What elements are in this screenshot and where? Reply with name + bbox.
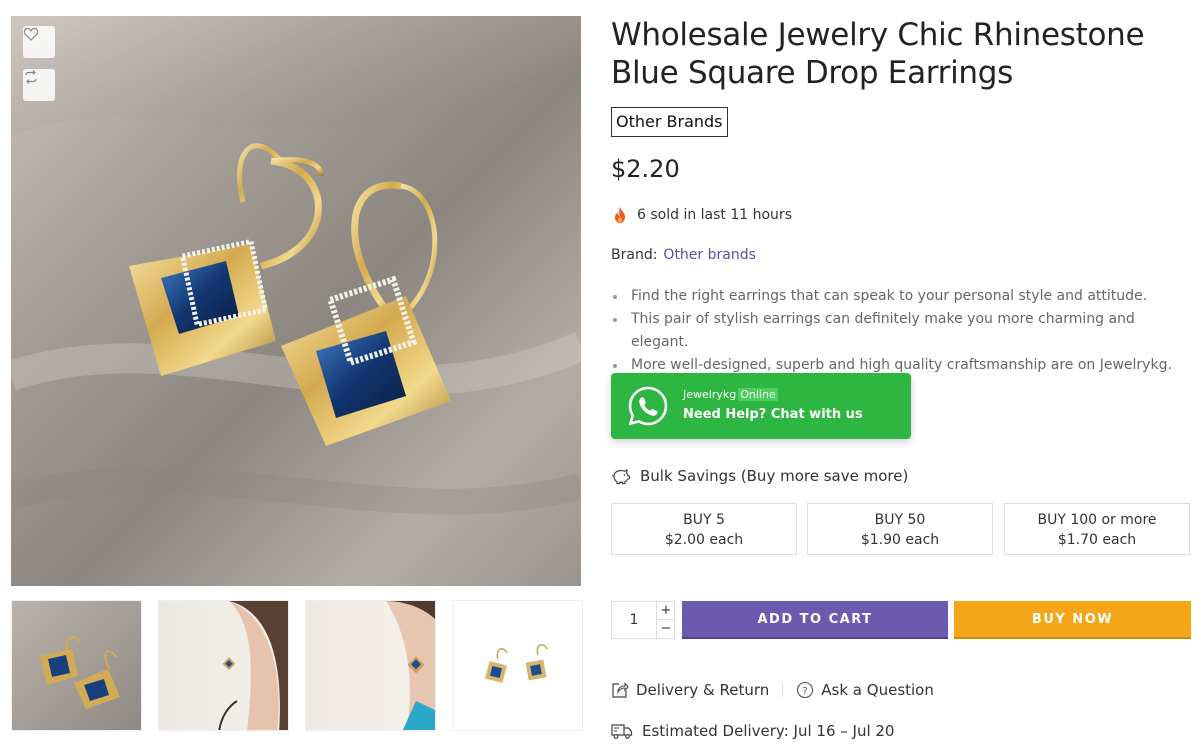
whatsapp-chat-button[interactable]: Jewelrykg Online Need Help? Chat with us xyxy=(611,373,911,439)
piggy-bank-icon xyxy=(611,468,631,485)
main-product-image[interactable] xyxy=(11,16,581,586)
question-circle-icon: ? xyxy=(797,681,814,699)
link-divider xyxy=(782,683,784,697)
quantity-stepper: 1 + − xyxy=(611,601,675,639)
heart-icon xyxy=(23,27,39,41)
add-to-cart-button[interactable]: ADD TO CART xyxy=(682,601,948,639)
thumbnail-strip xyxy=(11,600,583,731)
delivery-return-label: Delivery & Return xyxy=(636,681,770,699)
tier-price: $1.70 each xyxy=(1057,532,1137,548)
svg-text:?: ? xyxy=(803,686,808,697)
product-title: Wholesale Jewelry Chic Rhinestone Blue S… xyxy=(611,17,1145,91)
wishlist-button[interactable] xyxy=(23,26,55,58)
thumbnail-3[interactable] xyxy=(305,600,436,731)
brand-badge[interactable]: Other Brands xyxy=(611,107,728,137)
product-price: $2.20 xyxy=(611,155,680,183)
bulk-savings-heading: Bulk Savings (Buy more save more) xyxy=(611,467,908,485)
tier-quantity: BUY 5 xyxy=(683,512,725,528)
tier-price: $1.90 each xyxy=(860,532,940,548)
fire-icon xyxy=(615,207,625,223)
quantity-input[interactable]: 1 xyxy=(612,602,656,638)
ask-question-label: Ask a Question xyxy=(821,681,934,699)
bulk-tier-100[interactable]: BUY 100 or more $1.70 each xyxy=(1004,503,1190,555)
thumbnail-earrings-image xyxy=(40,636,120,709)
bulk-tier-50[interactable]: BUY 50 $1.90 each xyxy=(807,503,993,555)
feature-list: Find the right earrings that can speak t… xyxy=(611,285,1191,377)
delivery-return-link[interactable]: Delivery & Return xyxy=(611,681,769,699)
ask-question-link[interactable]: ? Ask a Question xyxy=(796,681,934,699)
quantity-decrease-button[interactable]: − xyxy=(656,620,675,638)
sold-text: 6 sold in last 11 hours xyxy=(637,207,792,223)
thumbnail-1[interactable] xyxy=(11,600,142,731)
buy-now-button[interactable]: BUY NOW xyxy=(954,601,1191,639)
brand-line: Brand: Other brands xyxy=(611,247,756,263)
tier-price: $2.00 each xyxy=(664,532,744,548)
whatsapp-message: Need Help? Chat with us xyxy=(683,407,863,422)
tier-quantity: BUY 100 or more xyxy=(1037,512,1157,528)
online-status-badge: Online xyxy=(738,388,778,401)
feature-item: This pair of stylish earrings can defini… xyxy=(611,308,1191,354)
tier-quantity: BUY 50 xyxy=(874,512,926,528)
compare-arrows-icon xyxy=(25,70,37,84)
quantity-increase-button[interactable]: + xyxy=(656,602,675,620)
bulk-tier-5[interactable]: BUY 5 $2.00 each xyxy=(611,503,797,555)
whatsapp-icon xyxy=(628,386,668,426)
earrings-illustration xyxy=(11,16,581,515)
feature-item: Find the right earrings that can speak t… xyxy=(611,285,1191,308)
brand-link[interactable]: Other brands xyxy=(663,247,755,263)
product-links: Delivery & Return ? Ask a Question xyxy=(611,681,934,699)
brand-label: Brand: xyxy=(611,247,658,263)
bulk-savings-text: Bulk Savings (Buy more save more) xyxy=(640,467,909,485)
thumbnail-4[interactable] xyxy=(452,600,583,731)
whatsapp-agent-name: Jewelrykg xyxy=(683,388,737,401)
thumbnail-earrings-white-image xyxy=(484,644,548,684)
thumbnail-model-closeup-image xyxy=(386,601,435,730)
truck-icon xyxy=(611,724,633,739)
sold-counter: 6 sold in last 11 hours xyxy=(611,206,792,224)
share-box-icon xyxy=(612,682,629,698)
whatsapp-agent: Jewelrykg Online xyxy=(683,388,778,401)
estimated-delivery: Estimated Delivery: Jul 16 – Jul 20 xyxy=(611,722,894,740)
estimated-delivery-text: Estimated Delivery: Jul 16 – Jul 20 xyxy=(642,722,895,740)
thumbnail-2[interactable] xyxy=(158,600,289,731)
thumbnail-model-side-image xyxy=(218,601,288,730)
compare-button[interactable] xyxy=(23,69,55,101)
